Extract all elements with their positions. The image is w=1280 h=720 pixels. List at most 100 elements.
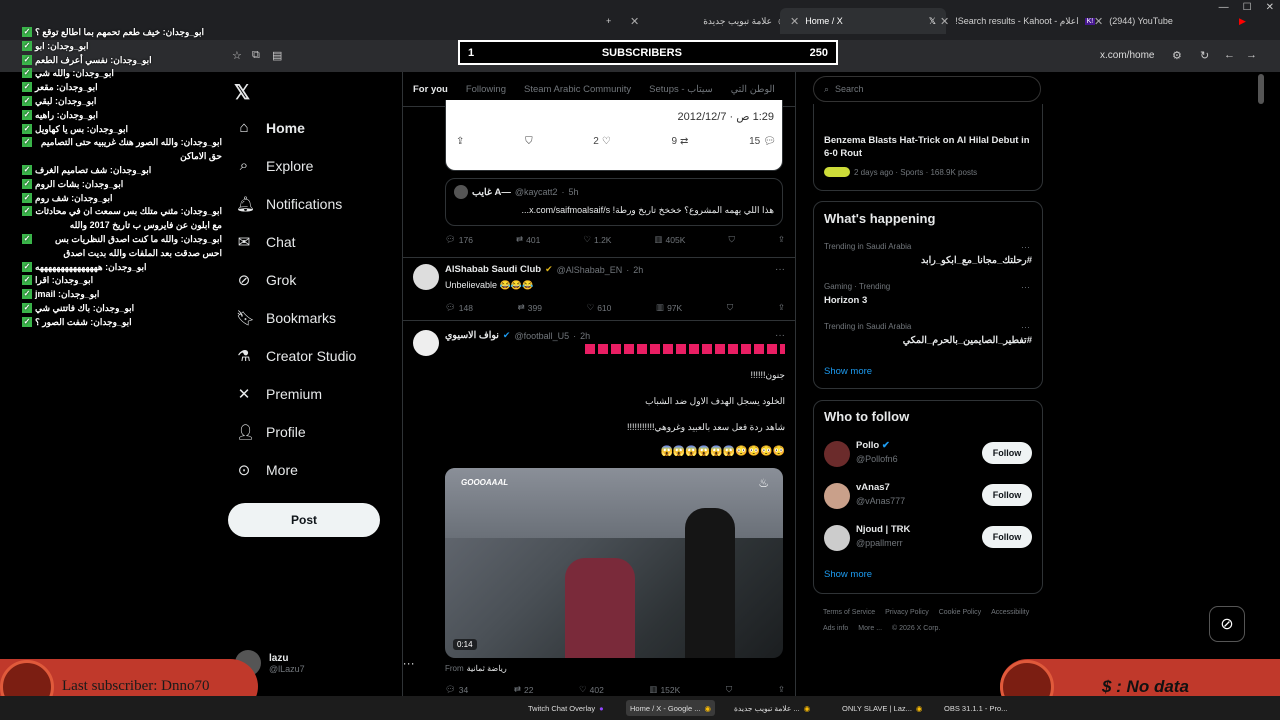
bookmark-icon[interactable]: ⛉ bbox=[728, 234, 734, 245]
verified-icon: ✔ bbox=[502, 330, 511, 340]
more-dots-icon[interactable]: ··· bbox=[1021, 322, 1030, 332]
follow-button[interactable]: Follow bbox=[982, 526, 1032, 548]
like-button[interactable]: ♡ 1.2K bbox=[583, 234, 611, 245]
nav-more[interactable]: ⊙ More bbox=[236, 461, 298, 479]
taskbar-item[interactable]: OBS 31.1.1 - Pro... bbox=[944, 700, 1007, 716]
quoted-tweet[interactable]: غايب A— @kaycatt2 · 5h هذا اللي يهمه الم… bbox=[445, 178, 783, 226]
chat-message: ✓ ابو_وجدان: شف روم bbox=[22, 192, 113, 203]
show-more-link[interactable]: Show more bbox=[824, 569, 872, 580]
nav-premium[interactable]: ✕ Premium bbox=[236, 385, 322, 403]
tab-setups[interactable]: Setups - سيتاب bbox=[649, 84, 713, 95]
reply-icon: 💬︎ bbox=[445, 684, 456, 694]
views-button[interactable]: ▥ 97K bbox=[656, 302, 682, 313]
taskbar-item[interactable]: علامة تبويب جديدة ... ◉ bbox=[734, 700, 810, 716]
nav-home[interactable]: ⌂ Home bbox=[236, 119, 304, 136]
like-button[interactable]: ♡ 402 bbox=[579, 684, 604, 695]
reply-button[interactable]: 💬︎ 148 bbox=[445, 302, 473, 313]
taskbar-item[interactable]: Home / X - Google ... ◉ bbox=[626, 700, 715, 716]
forward-icon[interactable]: → bbox=[1246, 49, 1257, 61]
reply-button[interactable]: 💬︎ 34 bbox=[445, 684, 468, 695]
repost-icon: ⇄ bbox=[517, 302, 525, 312]
tab-kahoot[interactable]: ✕ !Search results - Kahoot - اعلام K! bbox=[940, 8, 1096, 34]
show-more-link[interactable]: Show more bbox=[824, 366, 872, 377]
reply-button[interactable]: 15 💬︎ bbox=[749, 136, 776, 147]
quoted-tweet-text: هذا اللي يهمه المشروع؟ خخخخ تاريخ ورطة! … bbox=[521, 205, 774, 215]
tab-new[interactable]: ✕ علامة تبويب جديدة ◉ bbox=[630, 8, 786, 34]
new-tab-button[interactable]: + bbox=[606, 8, 611, 34]
star-icon[interactable]: ☆ bbox=[232, 49, 242, 62]
quoted-post-card[interactable]: 1:29 ص · 2012/12/7 ⇪ ⛉ 2 ♡ 9 ⇄ 15 💬︎ bbox=[445, 100, 783, 171]
chat-message: ✓ ابو_وجدان: ابو bbox=[22, 40, 89, 51]
repost-button[interactable]: 9 ⇄ bbox=[671, 136, 688, 147]
search-input[interactable]: ⌕ Search bbox=[813, 76, 1041, 102]
nav-grok[interactable]: ⊘ Grok bbox=[236, 271, 297, 289]
tab-home-x[interactable]: ✕ Home / X 𝕏 bbox=[780, 8, 946, 34]
address-bar[interactable]: x.com/home bbox=[1100, 50, 1154, 61]
x-logo-icon[interactable]: 𝕏 bbox=[234, 80, 250, 105]
follow-suggestion[interactable]: Pollo ✔ @Pollofn6 Follow bbox=[814, 437, 1042, 473]
like-button[interactable]: ♡ 610 bbox=[587, 302, 612, 313]
maximize-icon[interactable]: ☐ bbox=[1243, 2, 1252, 13]
repost-button[interactable]: ⇄ 22 bbox=[514, 684, 534, 695]
close-icon[interactable]: ✕ bbox=[1094, 15, 1103, 28]
nav-bookmarks[interactable]: 🔖︎ Bookmarks bbox=[236, 309, 336, 327]
follow-suggestion[interactable]: Njoud | TRK @ppallmerr Follow bbox=[814, 521, 1042, 557]
extensions-icon[interactable]: ▤ bbox=[272, 49, 282, 62]
more-dots-icon[interactable]: ··· bbox=[775, 264, 785, 275]
account-switcher[interactable]: lazu @lLazu7 ··· bbox=[235, 650, 415, 676]
nav-notifications[interactable]: 🔔︎ Notifications bbox=[236, 195, 342, 213]
tune-icon[interactable]: ⚙ bbox=[1172, 49, 1182, 62]
tab-steam-arabic[interactable]: Steam Arabic Community bbox=[524, 84, 631, 95]
share-icon[interactable]: ⇪ bbox=[778, 234, 785, 245]
share-icon[interactable]: ⇪ bbox=[456, 136, 464, 147]
tab-for-you[interactable]: For you bbox=[413, 84, 448, 95]
tweet-alshabab[interactable]: AlShabab Saudi Club ✔ @AlShabab_EN · 2h … bbox=[413, 262, 785, 326]
video-player[interactable]: GOOOAAAL ♨ 0:14 bbox=[445, 468, 783, 658]
close-icon[interactable]: ✕ bbox=[630, 15, 639, 28]
back-icon[interactable]: ← bbox=[1224, 49, 1235, 61]
share-icon[interactable]: ⇪ bbox=[778, 302, 785, 313]
taskbar-item[interactable]: Twitch Chat Overlay ● bbox=[528, 700, 604, 716]
more-dots-icon[interactable]: ··· bbox=[1021, 242, 1030, 252]
share-icon[interactable]: ⇪ bbox=[778, 684, 785, 695]
trend-item[interactable]: Trending in Saudi Arabia #تفطير_الصايمين… bbox=[824, 322, 1032, 346]
views-button[interactable]: ▥ 152K bbox=[649, 684, 680, 695]
post-button[interactable]: Post bbox=[228, 503, 380, 537]
minimize-icon[interactable]: — bbox=[1219, 2, 1229, 13]
repost-button[interactable]: ⇄ 401 bbox=[516, 234, 540, 245]
views-button[interactable]: ▥ 405K bbox=[655, 234, 686, 245]
grok-floating-button[interactable]: ⊘ bbox=[1209, 606, 1245, 642]
reload-icon[interactable]: ↻ bbox=[1200, 49, 1209, 62]
taskbar-item[interactable]: ONLY SLAVE | Laz... ◉ bbox=[842, 700, 922, 716]
follow-button[interactable]: Follow bbox=[982, 484, 1032, 506]
tab-watan[interactable]: الوطن التي bbox=[731, 84, 775, 95]
like-button[interactable]: 2 ♡ bbox=[593, 136, 611, 147]
follow-button[interactable]: Follow bbox=[982, 442, 1032, 464]
close-window-icon[interactable]: ✕ bbox=[1266, 2, 1274, 13]
tab-following[interactable]: Following bbox=[466, 84, 506, 95]
more-dots-icon[interactable]: ··· bbox=[775, 330, 785, 341]
bookmark-icon[interactable]: ⛉ bbox=[525, 136, 533, 147]
follow-suggestion[interactable]: vAnas7 @vAnas777 Follow bbox=[814, 479, 1042, 515]
trend-item[interactable]: Trending in Saudi Arabia #رحلتك_مجانا_مع… bbox=[824, 242, 1032, 266]
close-icon[interactable]: ✕ bbox=[790, 15, 799, 28]
bookmark-icon[interactable]: ⛉ bbox=[727, 302, 733, 313]
scrollbar-thumb[interactable] bbox=[1258, 74, 1264, 104]
nav-profile[interactable]: 👤︎ Profile bbox=[236, 423, 306, 441]
nav-chat[interactable]: ✉ Chat bbox=[236, 233, 296, 251]
repost-button[interactable]: ⇄ 399 bbox=[518, 302, 542, 313]
screenshot-icon[interactable]: ⧉ bbox=[252, 49, 260, 62]
who-to-follow-title: Who to follow bbox=[824, 409, 910, 424]
heart-icon: ♡ bbox=[579, 684, 587, 694]
tweet-football[interactable]: نواف الاسيوي ✔ @football_U5 · 2h ··· جنو… bbox=[413, 328, 785, 720]
nav-explore[interactable]: ⌕ Explore bbox=[236, 157, 314, 174]
trend-item[interactable]: Gaming · Trending Horizon 3 ··· bbox=[824, 282, 1032, 306]
nav-creator-studio[interactable]: ⚗ Creator Studio bbox=[236, 347, 356, 365]
last-subscriber-text: Last subscriber: Dnno70 bbox=[62, 678, 210, 694]
reply-button[interactable]: 💬︎ 176 bbox=[445, 234, 473, 245]
close-icon[interactable]: ✕ bbox=[940, 15, 949, 28]
more-dots-icon[interactable]: ··· bbox=[1021, 282, 1030, 292]
trend-card[interactable]: Benzema Blasts Hat-Trick on Al Hilal Deb… bbox=[813, 104, 1043, 191]
bookmark-icon[interactable]: ⛉ bbox=[726, 684, 732, 695]
video-source[interactable]: From رياضة ثمانية bbox=[445, 664, 507, 673]
